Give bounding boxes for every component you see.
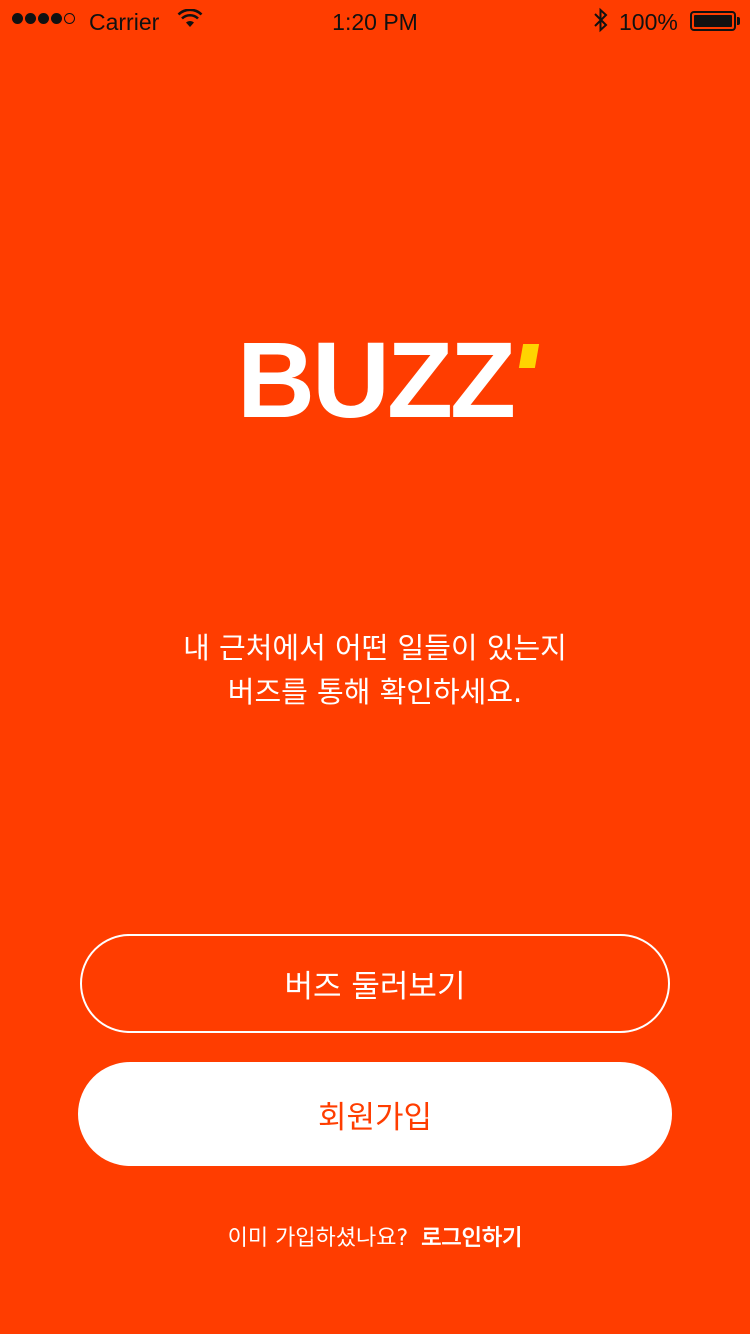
app-logo: BUZZ <box>0 320 750 440</box>
logo-text: BUZZ <box>237 319 516 440</box>
login-prompt-row: 이미 가입하셨나요? 로그인하기 <box>0 1220 750 1252</box>
signup-button[interactable]: 회원가입 <box>78 1062 672 1166</box>
browse-buzz-button[interactable]: 버즈 둘러보기 <box>80 934 670 1033</box>
battery-percent: 100% <box>619 9 678 35</box>
tagline: 내 근처에서 어떤 일들이 있는지 버즈를 통해 확인하세요. <box>0 626 750 714</box>
login-prompt: 이미 가입하셨나요? <box>227 1226 409 1251</box>
logo-accent-mark <box>518 344 540 368</box>
signup-label: 회원가입 <box>317 1099 433 1136</box>
battery-tip <box>737 17 740 25</box>
bluetooth-icon <box>592 6 610 40</box>
status-bar: Carrier 1:20 PM 100% <box>0 0 750 44</box>
login-link[interactable]: 로그인하기 <box>421 1226 522 1251</box>
tagline-line-1: 내 근처에서 어떤 일들이 있는지 <box>183 631 567 665</box>
tagline-line-2: 버즈를 통해 확인하세요. <box>227 675 523 709</box>
battery-icon <box>690 11 736 31</box>
splash-screen: Carrier 1:20 PM 100% BUZZ 내 근처에서 어떤 일들이 … <box>0 0 750 1334</box>
browse-buzz-label: 버즈 둘러보기 <box>284 969 466 1005</box>
